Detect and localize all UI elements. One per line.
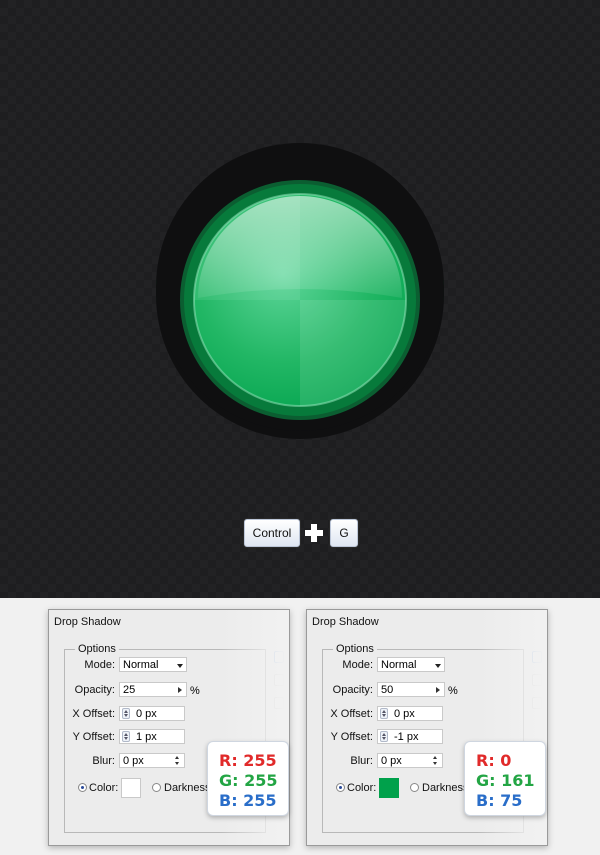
control-key: Control xyxy=(244,519,300,547)
chevron-down-icon xyxy=(435,664,441,668)
x-offset-value: 0 px xyxy=(394,708,415,720)
cancel-button[interactable] xyxy=(274,674,284,686)
dialog-title: Drop Shadow xyxy=(312,616,379,628)
color-swatch[interactable] xyxy=(379,778,399,798)
y-offset-label: Y Offset: xyxy=(72,731,115,743)
blur-label: Blur: xyxy=(350,755,373,767)
spinner-icon[interactable] xyxy=(432,755,440,766)
mode-value: Normal xyxy=(123,659,159,671)
x-offset-value: 0 px xyxy=(136,708,157,720)
y-offset-input[interactable]: 1 px xyxy=(119,729,185,744)
triangle-right-icon[interactable] xyxy=(436,687,440,693)
preview-checkbox[interactable] xyxy=(532,697,542,709)
cancel-button[interactable] xyxy=(532,674,542,686)
x-offset-input[interactable]: 0 px xyxy=(119,706,185,721)
rgb-badge-white: R: 255 G: 255 B: 255 xyxy=(207,741,289,816)
opacity-input[interactable]: 50 xyxy=(377,682,445,697)
opacity-unit: % xyxy=(190,685,200,697)
blur-label: Blur: xyxy=(92,755,115,767)
y-offset-label: Y Offset: xyxy=(330,731,373,743)
options-legend: Options xyxy=(75,643,119,655)
color-radio[interactable] xyxy=(336,783,345,792)
rgb-blue-value: B: 75 xyxy=(476,791,523,810)
ok-button[interactable] xyxy=(532,651,542,663)
spinner-icon[interactable] xyxy=(122,708,130,719)
spinner-icon[interactable] xyxy=(174,755,182,766)
artwork-canvas: Control G xyxy=(0,0,600,598)
darkness-radio[interactable] xyxy=(152,783,161,792)
opacity-label: Opacity: xyxy=(74,684,115,696)
rgb-green-value: G: 161 xyxy=(476,771,535,790)
green-button-illustration xyxy=(156,143,444,439)
plus-icon xyxy=(305,524,323,542)
blur-value: 0 px xyxy=(123,755,144,767)
y-offset-input[interactable]: -1 px xyxy=(377,729,443,744)
opacity-value: 50 xyxy=(381,684,394,696)
x-offset-input[interactable]: 0 px xyxy=(377,706,443,721)
spinner-icon[interactable] xyxy=(122,731,130,742)
ok-button[interactable] xyxy=(274,651,284,663)
mode-select[interactable]: Normal xyxy=(119,657,187,672)
opacity-input[interactable]: 25 xyxy=(119,682,187,697)
mode-value: Normal xyxy=(381,659,417,671)
color-label: Color: xyxy=(347,782,377,794)
mode-select[interactable]: Normal xyxy=(377,657,445,672)
blur-input[interactable]: 0 px xyxy=(377,753,443,768)
rgb-badge-green: R: 0 G: 161 B: 75 xyxy=(464,741,546,816)
dialog-title: Drop Shadow xyxy=(54,616,121,628)
spinner-icon[interactable] xyxy=(380,731,388,742)
mode-label: Mode: xyxy=(84,659,115,671)
blur-value: 0 px xyxy=(381,755,402,767)
rgb-red-value: R: 255 xyxy=(219,751,277,770)
opacity-value: 25 xyxy=(123,684,136,696)
rgb-red-value: R: 0 xyxy=(476,751,512,770)
spinner-icon[interactable] xyxy=(380,708,388,719)
options-legend: Options xyxy=(333,643,377,655)
mode-label: Mode: xyxy=(342,659,373,671)
g-key: G xyxy=(330,519,358,547)
rgb-green-value: G: 255 xyxy=(219,771,278,790)
x-offset-label: X Offset: xyxy=(72,708,115,720)
opacity-unit: % xyxy=(448,685,458,697)
triangle-right-icon[interactable] xyxy=(178,687,182,693)
preview-checkbox[interactable] xyxy=(274,697,284,709)
color-radio[interactable] xyxy=(78,783,87,792)
darkness-radio[interactable] xyxy=(410,783,419,792)
y-offset-value: -1 px xyxy=(394,731,419,743)
x-offset-label: X Offset: xyxy=(330,708,373,720)
color-swatch[interactable] xyxy=(121,778,141,798)
opacity-label: Opacity: xyxy=(332,684,373,696)
blur-input[interactable]: 0 px xyxy=(119,753,185,768)
rgb-blue-value: B: 255 xyxy=(219,791,277,810)
chevron-down-icon xyxy=(177,664,183,668)
color-label: Color: xyxy=(89,782,119,794)
y-offset-value: 1 px xyxy=(136,731,157,743)
